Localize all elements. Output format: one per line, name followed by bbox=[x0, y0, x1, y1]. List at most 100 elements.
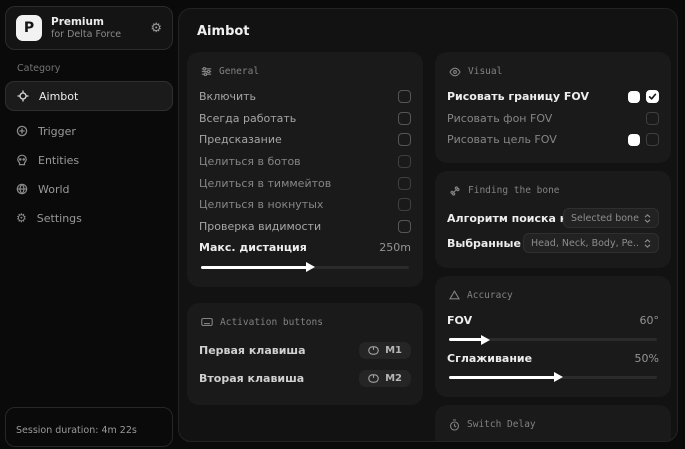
eye-icon bbox=[449, 67, 461, 77]
page-title: Aimbot bbox=[197, 24, 669, 39]
card-header-label: Finding the bone bbox=[468, 185, 560, 196]
slider-thumb[interactable] bbox=[554, 372, 563, 382]
switch-delay-card: Switch Delay Задержка переключения Задер… bbox=[435, 405, 671, 442]
visual-card: Visual Рисовать границу FOV Рисовать фон… bbox=[435, 52, 671, 163]
session-duration-box: Session duration: 4m 22s bbox=[5, 407, 173, 447]
sidebar-item-label: Aimbot bbox=[39, 90, 78, 103]
setting-row-selected-bones: Выбранные кости Head, Neck, Body, Pe... bbox=[447, 231, 659, 256]
setting-row-enable: Включить bbox=[199, 86, 411, 108]
setting-row-prediction: Предсказание bbox=[199, 129, 411, 151]
sidebar-item-aimbot[interactable]: Aimbot bbox=[5, 81, 173, 111]
setting-label: FOV bbox=[447, 314, 472, 327]
triangle-icon bbox=[449, 290, 460, 300]
setting-row-switch-delay-toggle: Задержка переключения bbox=[447, 440, 659, 442]
setting-row-first-key: Первая клавиша M1 bbox=[199, 337, 411, 365]
target-icon bbox=[16, 125, 28, 137]
skull-icon bbox=[16, 154, 28, 166]
sidebar-item-settings[interactable]: ⚙ Settings bbox=[5, 204, 173, 232]
setting-label: Первая клавиша bbox=[199, 344, 306, 357]
chevrons-up-down-icon bbox=[644, 214, 651, 223]
checkbox[interactable] bbox=[646, 133, 659, 146]
setting-label: Целиться в ботов bbox=[199, 155, 301, 168]
setting-label: Предсказание bbox=[199, 133, 282, 146]
sliders-icon bbox=[201, 66, 212, 77]
checkbox[interactable] bbox=[398, 90, 411, 103]
keybind-button-m2[interactable]: M2 bbox=[359, 370, 411, 387]
sidebar-item-trigger[interactable]: Trigger bbox=[5, 117, 173, 145]
fov-slider[interactable] bbox=[449, 338, 657, 341]
setting-label: Целиться в тиммейтов bbox=[199, 177, 331, 190]
checkbox[interactable] bbox=[398, 220, 411, 233]
smoothing-slider[interactable] bbox=[449, 376, 657, 379]
setting-row-target-knocked: Целиться в нокнутых bbox=[199, 194, 411, 216]
setting-label: Рисовать цель FOV bbox=[447, 133, 557, 146]
finding-bone-card: Finding the bone Алгоритм поиска костей … bbox=[435, 171, 671, 268]
selected-bones-select[interactable]: Head, Neck, Body, Pe... bbox=[523, 233, 659, 253]
checkbox[interactable] bbox=[398, 133, 411, 146]
setting-value: 60° bbox=[640, 314, 660, 327]
setting-row-visibility-check: Проверка видимости bbox=[199, 216, 411, 238]
app-logo: P bbox=[16, 15, 42, 41]
keybind-value: M2 bbox=[385, 373, 402, 384]
setting-label: Включить bbox=[199, 90, 256, 103]
slider-thumb[interactable] bbox=[306, 262, 315, 272]
setting-label: Выбранные кости bbox=[447, 237, 523, 250]
setting-value: 50% bbox=[635, 352, 659, 365]
setting-row-max-distance: Макс. дистанция 250m bbox=[199, 237, 411, 259]
color-swatch[interactable] bbox=[628, 134, 640, 146]
globe-icon bbox=[16, 183, 28, 195]
checkbox[interactable] bbox=[398, 112, 411, 125]
main-panel: Aimbot General Включить bbox=[178, 8, 678, 442]
sidebar-item-entities[interactable]: Entities bbox=[5, 146, 173, 174]
keybind-value: M1 bbox=[385, 345, 402, 356]
brand-title: Premium bbox=[51, 16, 121, 29]
checkbox[interactable] bbox=[398, 198, 411, 211]
crosshair-icon bbox=[17, 90, 29, 102]
gear-icon[interactable]: ⚙ bbox=[150, 22, 162, 35]
setting-label: Рисовать фон FOV bbox=[447, 112, 552, 125]
setting-row-fov: FOV 60° bbox=[447, 310, 659, 332]
setting-label: Целиться в нокнутых bbox=[199, 198, 323, 211]
category-label: Category bbox=[17, 63, 173, 74]
setting-row-draw-fov-target: Рисовать цель FOV bbox=[447, 129, 659, 151]
brand-subtitle: for Delta Force bbox=[51, 29, 121, 41]
checkbox[interactable] bbox=[646, 112, 659, 125]
setting-row-draw-fov-border: Рисовать границу FOV bbox=[447, 86, 659, 108]
setting-row-second-key: Вторая клавиша M2 bbox=[199, 365, 411, 393]
sidebar-item-label: World bbox=[38, 183, 70, 196]
setting-row-target-bots: Целиться в ботов bbox=[199, 151, 411, 173]
checkbox[interactable] bbox=[398, 155, 411, 168]
chevrons-up-down-icon bbox=[644, 239, 651, 248]
select-value: Head, Neck, Body, Pe... bbox=[531, 238, 639, 249]
max-distance-slider[interactable] bbox=[201, 266, 409, 269]
setting-row-target-teammates: Целиться в тиммейтов bbox=[199, 172, 411, 194]
accuracy-card: Accuracy FOV 60° Сглаживание 50% bbox=[435, 276, 671, 397]
activation-buttons-card: Activation buttons Первая клавиша M1 Вто… bbox=[187, 303, 423, 405]
setting-row-always-work: Всегда работать bbox=[199, 108, 411, 130]
card-header-label: General bbox=[219, 66, 259, 77]
card-header-label: Activation buttons bbox=[220, 317, 323, 328]
slider-thumb[interactable] bbox=[481, 335, 490, 345]
setting-row-smoothing: Сглаживание 50% bbox=[447, 347, 659, 369]
setting-label: Вторая клавиша bbox=[199, 372, 304, 385]
keybind-button-m1[interactable]: M1 bbox=[359, 342, 411, 359]
setting-label: Сглаживание bbox=[447, 352, 532, 365]
bone-icon bbox=[449, 185, 461, 197]
checkbox[interactable] bbox=[646, 90, 659, 103]
setting-value: 250m bbox=[379, 241, 411, 254]
checkbox[interactable] bbox=[398, 177, 411, 190]
select-value: Selected bone bbox=[571, 213, 639, 224]
setting-label: Алгоритм поиска костей bbox=[447, 212, 563, 225]
setting-row-draw-fov-background: Рисовать фон FOV bbox=[447, 108, 659, 130]
sidebar-item-label: Entities bbox=[38, 154, 79, 167]
settings-gear-icon: ⚙ bbox=[16, 212, 27, 224]
setting-label: Рисовать границу FOV bbox=[447, 90, 589, 103]
sidebar-item-label: Trigger bbox=[38, 125, 76, 138]
sidebar: P Premium for Delta Force ⚙ Category Aim… bbox=[0, 0, 178, 449]
sidebar-item-world[interactable]: World bbox=[5, 175, 173, 203]
keyboard-icon bbox=[201, 317, 213, 327]
card-header-label: Accuracy bbox=[467, 290, 513, 301]
bone-algorithm-select[interactable]: Selected bone bbox=[563, 208, 659, 228]
timer-icon bbox=[449, 419, 460, 431]
color-swatch[interactable] bbox=[628, 91, 640, 103]
